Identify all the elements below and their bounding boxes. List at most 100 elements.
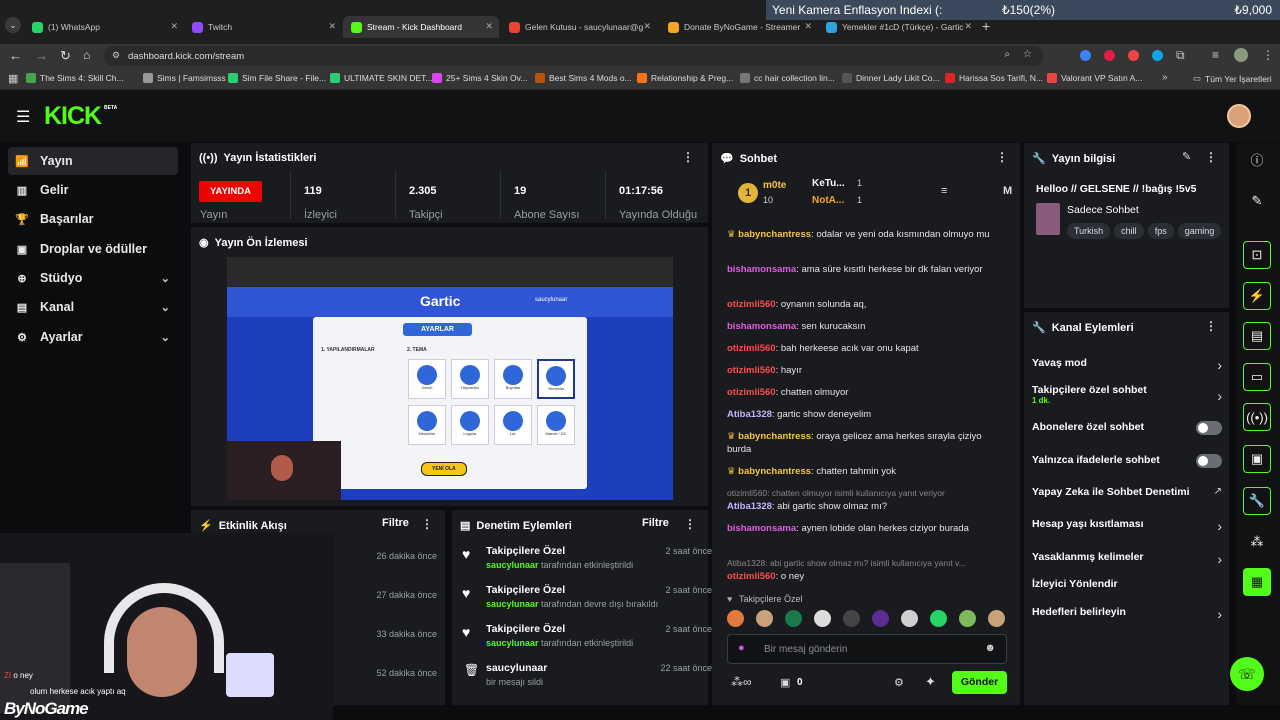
- more-options-icon[interactable]: ⋮: [682, 150, 694, 164]
- close-tab-icon[interactable]: ✕: [170, 21, 178, 32]
- subscribers-only-toggle[interactable]: [1196, 421, 1222, 435]
- action-ai-moderation[interactable]: Yapay Zeka ile Sohbet Denetimi ↗: [1032, 486, 1222, 498]
- browser-tab[interactable]: Twitch ✕: [184, 16, 342, 38]
- forward-icon[interactable]: →: [35, 48, 48, 63]
- more-options-icon[interactable]: ⋮: [1205, 319, 1217, 333]
- chat-input[interactable]: ● Bir mesaj gönderin ☻: [727, 634, 1007, 664]
- lightning-icon[interactable]: ⚡: [1243, 282, 1271, 310]
- emote[interactable]: [727, 610, 744, 627]
- preview-icon[interactable]: ▣: [1243, 445, 1271, 473]
- action-goals[interactable]: Hedefleri belirleyin ›: [1032, 606, 1222, 622]
- extensions-puzzle-icon[interactable]: ⧉: [1176, 48, 1185, 63]
- stream-preview-video[interactable]: Gartic saucylunaar AYARLAR 1. YAPILANDIR…: [227, 257, 673, 500]
- emote[interactable]: [872, 610, 889, 627]
- chat-username[interactable]: otizimli560: [727, 299, 776, 310]
- bookmark-item[interactable]: Harissa Sos Tarifi, N...: [945, 73, 1043, 83]
- filter-button[interactable]: Filtre: [382, 517, 409, 529]
- more-options-icon[interactable]: ⋮: [421, 517, 433, 531]
- sidebar-item-droplar[interactable]: ▣ Droplar ve ödüller: [8, 235, 178, 263]
- extension-icon[interactable]: [1152, 50, 1163, 61]
- close-tab-icon[interactable]: ✕: [328, 21, 336, 32]
- tag[interactable]: gaming: [1177, 223, 1222, 239]
- more-options-icon[interactable]: ⋮: [1205, 150, 1217, 164]
- emote[interactable]: [814, 610, 831, 627]
- broadcast-icon[interactable]: ((•)): [1243, 403, 1271, 431]
- close-tab-icon[interactable]: ✕: [485, 21, 493, 32]
- clapper-icon[interactable]: ▦: [1243, 568, 1271, 596]
- home-icon[interactable]: ⌂: [83, 48, 90, 62]
- chat-username[interactable]: otizimli560: [727, 571, 776, 582]
- document-icon[interactable]: ▤: [1243, 322, 1271, 350]
- hamburger-menu-icon[interactable]: ☰: [16, 107, 30, 127]
- leaderboard-collapse-icon[interactable]: ≡: [941, 185, 947, 197]
- extension-icon[interactable]: [1104, 50, 1115, 61]
- more-bookmarks-button[interactable]: »: [1162, 72, 1168, 83]
- bookmark-item[interactable]: Best Sims 4 Mods o...: [535, 73, 632, 83]
- chat-username[interactable]: babynchantress: [738, 466, 811, 477]
- emote[interactable]: [988, 610, 1005, 627]
- chat-username[interactable]: otizimli560: [727, 387, 776, 398]
- connections-icon[interactable]: ⁂∞: [731, 675, 752, 689]
- chat-username[interactable]: otizimli560: [727, 365, 776, 376]
- close-tab-icon[interactable]: ✕: [804, 21, 812, 32]
- extension-icon[interactable]: [1128, 50, 1139, 61]
- tag[interactable]: chill: [1114, 223, 1144, 239]
- url-field[interactable]: ⚙ dashboard.kick.com/stream ⌕ ☆: [104, 46, 1044, 66]
- action-host[interactable]: İzleyici Yönlendir: [1032, 578, 1222, 590]
- zoom-icon[interactable]: ⌕: [1004, 49, 1010, 60]
- kick-logo[interactable]: KICK: [44, 102, 102, 131]
- filter-button[interactable]: Filtre: [642, 517, 669, 529]
- sidebar-item-studyo[interactable]: ⊕ Stüdyo ⌄: [8, 264, 178, 292]
- emote[interactable]: [901, 610, 918, 627]
- edit-pencil-icon[interactable]: ✎: [1182, 150, 1191, 163]
- action-slow-mode[interactable]: Yavaş mod ›: [1032, 357, 1222, 373]
- emote-only-toggle[interactable]: [1196, 454, 1222, 468]
- bookmark-item[interactable]: The Sims 4: Skill Ch...: [26, 73, 124, 83]
- bookmark-item[interactable]: Relationship & Preg...: [637, 73, 733, 83]
- gift-box-icon[interactable]: ▣: [780, 676, 790, 689]
- action-subscribers-only[interactable]: Abonelere özel sohbet: [1032, 421, 1222, 435]
- bookmark-item[interactable]: ULTIMATE SKIN DET...: [330, 73, 432, 83]
- apps-grid-icon[interactable]: ▦: [8, 72, 18, 85]
- tab-search-button[interactable]: ⌄: [5, 17, 21, 33]
- close-tab-icon[interactable]: ✕: [643, 21, 651, 32]
- bookmark-star-icon[interactable]: ☆: [1023, 49, 1032, 60]
- action-account-age[interactable]: Hesap yaşı kısıtlaması ›: [1032, 518, 1222, 534]
- chat-leaderboard[interactable]: 1 m0te 10 KeTu... 1 NotA... 1 ≡ M: [712, 173, 1020, 215]
- chat-username[interactable]: bishamonsama: [727, 523, 796, 534]
- emote[interactable]: [959, 610, 976, 627]
- action-emote-only[interactable]: Yalnızca ifadelerle sohbet: [1032, 454, 1222, 468]
- bookmark-item[interactable]: 25+ Sims 4 Skin Ov...: [432, 73, 527, 83]
- connections-icon[interactable]: ⁂: [1243, 528, 1271, 556]
- emote[interactable]: [843, 610, 860, 627]
- user-avatar[interactable]: [1227, 104, 1251, 128]
- bookmark-item[interactable]: Valorant VP Satın A...: [1047, 73, 1142, 83]
- chat-username[interactable]: bishamonsama: [727, 264, 796, 275]
- sidebar-item-kanal[interactable]: ▤ Kanal ⌄: [8, 293, 178, 321]
- sidebar-item-yayin[interactable]: 📶 Yayın: [8, 147, 178, 175]
- info-icon[interactable]: ⓘ: [1243, 145, 1271, 173]
- new-tab-button[interactable]: +: [982, 18, 990, 34]
- reload-icon[interactable]: ↻: [60, 48, 71, 64]
- emote[interactable]: [785, 610, 802, 627]
- bookmark-item[interactable]: Dinner Lady Likit Co...: [842, 73, 940, 83]
- extension-icon[interactable]: [1080, 50, 1091, 61]
- bookmark-item[interactable]: cc hair collection lin...: [740, 73, 835, 83]
- chat-username[interactable]: bishamonsama: [727, 321, 796, 332]
- game-controller-icon[interactable]: ✦: [925, 674, 936, 690]
- wrench-icon[interactable]: 🔧: [1243, 487, 1271, 515]
- more-options-icon[interactable]: ⋮: [684, 517, 696, 531]
- send-button[interactable]: Gönder: [952, 671, 1007, 694]
- browser-menu-icon[interactable]: ⋮: [1262, 48, 1274, 62]
- chat-username[interactable]: babynchantress: [738, 229, 811, 240]
- chat-username[interactable]: Atiba1328: [727, 409, 772, 420]
- tag[interactable]: Turkish: [1067, 223, 1111, 239]
- site-info-icon[interactable]: ⚙: [112, 50, 120, 61]
- bookmark-item[interactable]: Sims | Famsimsss: [143, 73, 226, 83]
- action-followers-only[interactable]: Takipçilere özel sohbet 1 dk. ›: [1032, 384, 1222, 405]
- sidebar-item-gelir[interactable]: ▥ Gelir: [8, 176, 178, 204]
- browser-tab-active[interactable]: Stream - Kick Dashboard ✕: [343, 16, 499, 38]
- back-icon[interactable]: ←: [9, 48, 22, 63]
- chat-username[interactable]: otizimli560: [727, 343, 776, 354]
- chat-username[interactable]: Atiba1328: [727, 501, 772, 512]
